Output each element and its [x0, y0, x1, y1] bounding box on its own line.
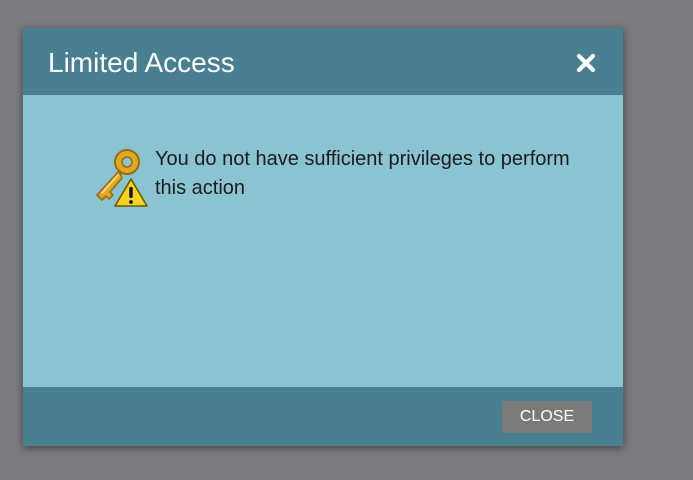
close-icon[interactable] — [575, 52, 597, 74]
dialog-title: Limited Access — [48, 47, 235, 78]
key-warning-icon — [91, 147, 149, 207]
dialog-header: Limited Access — [23, 28, 623, 95]
dialog-message: You do not have sufficient privileges to… — [155, 148, 570, 199]
dialog-footer: CLOSE — [23, 387, 623, 446]
limited-access-dialog: Limited Access You do not have sufficien… — [23, 28, 623, 446]
dialog-body: You do not have sufficient privileges to… — [23, 95, 623, 387]
close-button[interactable]: CLOSE — [502, 401, 592, 433]
